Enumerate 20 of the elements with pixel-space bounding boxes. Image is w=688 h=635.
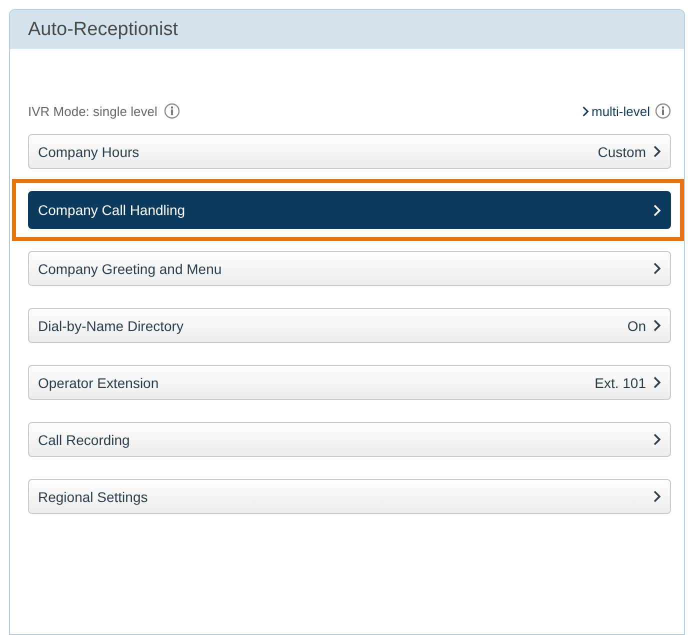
chevron-right-icon — [653, 319, 661, 332]
menu-item[interactable]: Company Hours Custom — [28, 134, 671, 169]
chevron-right-icon — [653, 376, 661, 389]
chevron-right-icon — [653, 490, 661, 503]
chevron-right-icon — [653, 204, 661, 216]
menu-item[interactable]: Call Recording — [28, 422, 671, 457]
chevron-right-icon — [653, 145, 661, 158]
chevron-right-icon — [582, 104, 590, 118]
menu-item[interactable]: Operator Extension Ext. 101 — [28, 365, 671, 400]
panel-title: Auto-Receptionist — [10, 10, 684, 49]
multi-level-link[interactable]: multi-level — [582, 104, 650, 118]
chevron-right-icon — [653, 262, 661, 275]
menu-item[interactable]: Dial-by-Name Directory On — [28, 308, 671, 343]
info-icon[interactable] — [655, 103, 671, 119]
menu-item[interactable]: Company Greeting and Menu — [28, 251, 671, 286]
info-icon[interactable] — [164, 103, 180, 119]
menu-item[interactable]: Regional Settings — [28, 479, 671, 514]
menu-item[interactable]: Company Call Handling — [28, 191, 671, 229]
chevron-right-icon — [653, 433, 661, 446]
ivr-mode-label: IVR Mode: single level — [28, 104, 158, 118]
